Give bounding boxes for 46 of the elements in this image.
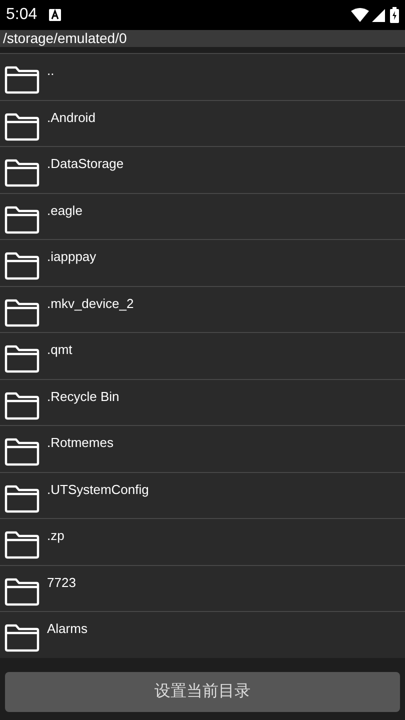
folder-icon xyxy=(4,66,40,94)
current-path: /storage/emulated/0 xyxy=(3,30,127,46)
notification-icon xyxy=(49,9,62,21)
folder-row[interactable]: .qmt xyxy=(0,332,405,378)
folder-icon xyxy=(4,298,40,326)
folder-row[interactable]: .. xyxy=(0,53,405,100)
folder-name: .Android xyxy=(47,108,96,126)
folder-icon xyxy=(4,438,40,466)
folder-icon xyxy=(4,392,40,420)
folder-name: .zp xyxy=(47,527,64,545)
folder-name: .Rotmemes xyxy=(47,434,114,452)
folder-icon xyxy=(4,531,40,559)
folder-row[interactable]: .UTSystemConfig xyxy=(0,472,405,518)
folder-name: .qmt xyxy=(47,341,72,359)
folder-row[interactable]: .DataStorage xyxy=(0,146,405,192)
folder-row[interactable]: 7723 xyxy=(0,564,405,611)
folder-name: .mkv_device_2 xyxy=(47,294,134,313)
folder-name: .DataStorage xyxy=(47,155,124,173)
signal-icon xyxy=(372,8,385,22)
folder-row[interactable]: .Rotmemes xyxy=(0,425,405,472)
folder-icon xyxy=(4,159,40,187)
folder-icon xyxy=(4,578,40,606)
clock: 5:04 xyxy=(6,5,38,25)
folder-row[interactable]: .iapppay xyxy=(0,239,405,286)
folder-row[interactable]: .eagle xyxy=(0,192,405,239)
set-directory-button[interactable]: 设置当前目录 xyxy=(5,672,400,712)
folder-name: .Recycle Bin xyxy=(47,388,120,406)
folder-name: .. xyxy=(47,62,54,80)
folder-name: .UTSystemConfig xyxy=(47,480,149,499)
folder-name: 7723 xyxy=(47,574,76,592)
battery-icon xyxy=(390,7,399,23)
folder-icon xyxy=(4,252,40,280)
folder-icon xyxy=(4,345,40,373)
folder-name: .iapppay xyxy=(47,248,96,266)
folder-name: Alarms xyxy=(47,620,88,638)
folder-icon xyxy=(4,112,40,140)
folder-row[interactable]: .Android xyxy=(0,100,405,146)
folder-row[interactable]: Alarms xyxy=(0,611,405,658)
folder-icon xyxy=(4,624,40,652)
wifi-icon xyxy=(351,8,369,22)
folder-row[interactable]: .Recycle Bin xyxy=(0,378,405,425)
folder-row[interactable]: .mkv_device_2 xyxy=(0,286,405,332)
folder-row[interactable]: .zp xyxy=(0,518,405,564)
folder-name: .eagle xyxy=(47,202,82,220)
folder-icon xyxy=(4,484,40,512)
folder-icon xyxy=(4,206,40,234)
